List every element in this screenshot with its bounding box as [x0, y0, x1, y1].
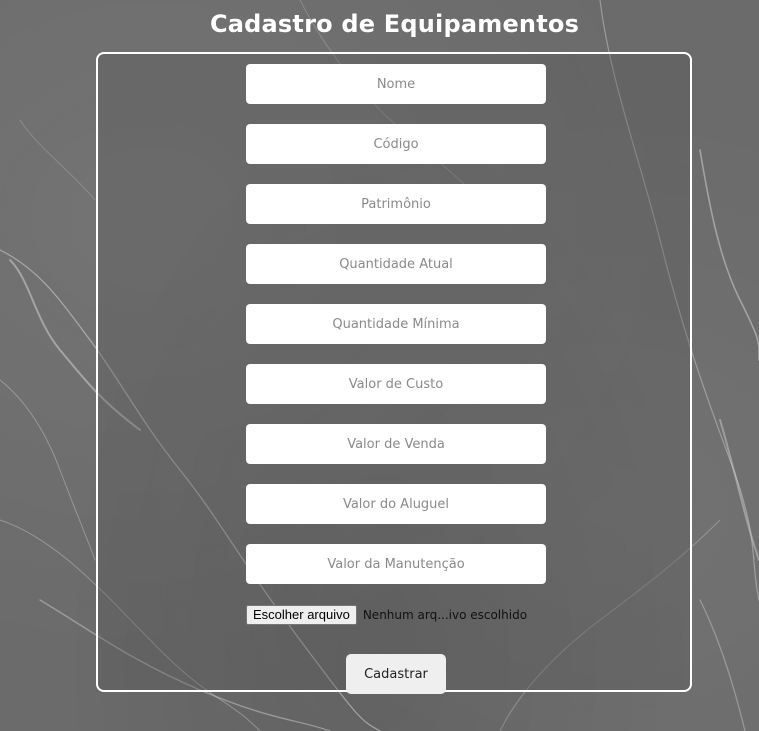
current-quantity-input[interactable]: [246, 244, 546, 284]
file-status-text: Nenhum arq...ivo escolhido: [362, 608, 528, 622]
maintenance-value-input[interactable]: [246, 544, 546, 584]
minimum-quantity-input[interactable]: [246, 304, 546, 344]
rental-value-input[interactable]: [246, 484, 546, 524]
choose-file-button[interactable]: Escolher arquivo: [246, 605, 357, 625]
asset-number-input[interactable]: [246, 184, 546, 224]
equipment-form-panel: Escolher arquivo Nenhum arq...ivo escolh…: [96, 52, 692, 694]
page-title: Cadastro de Equipamentos: [209, 10, 580, 38]
name-input[interactable]: [246, 64, 546, 104]
cost-value-input[interactable]: [246, 364, 546, 404]
sale-value-input[interactable]: [246, 424, 546, 464]
file-picker: Escolher arquivo Nenhum arq...ivo escolh…: [246, 604, 546, 626]
submit-button[interactable]: Cadastrar: [346, 654, 446, 694]
code-input[interactable]: [246, 124, 546, 164]
